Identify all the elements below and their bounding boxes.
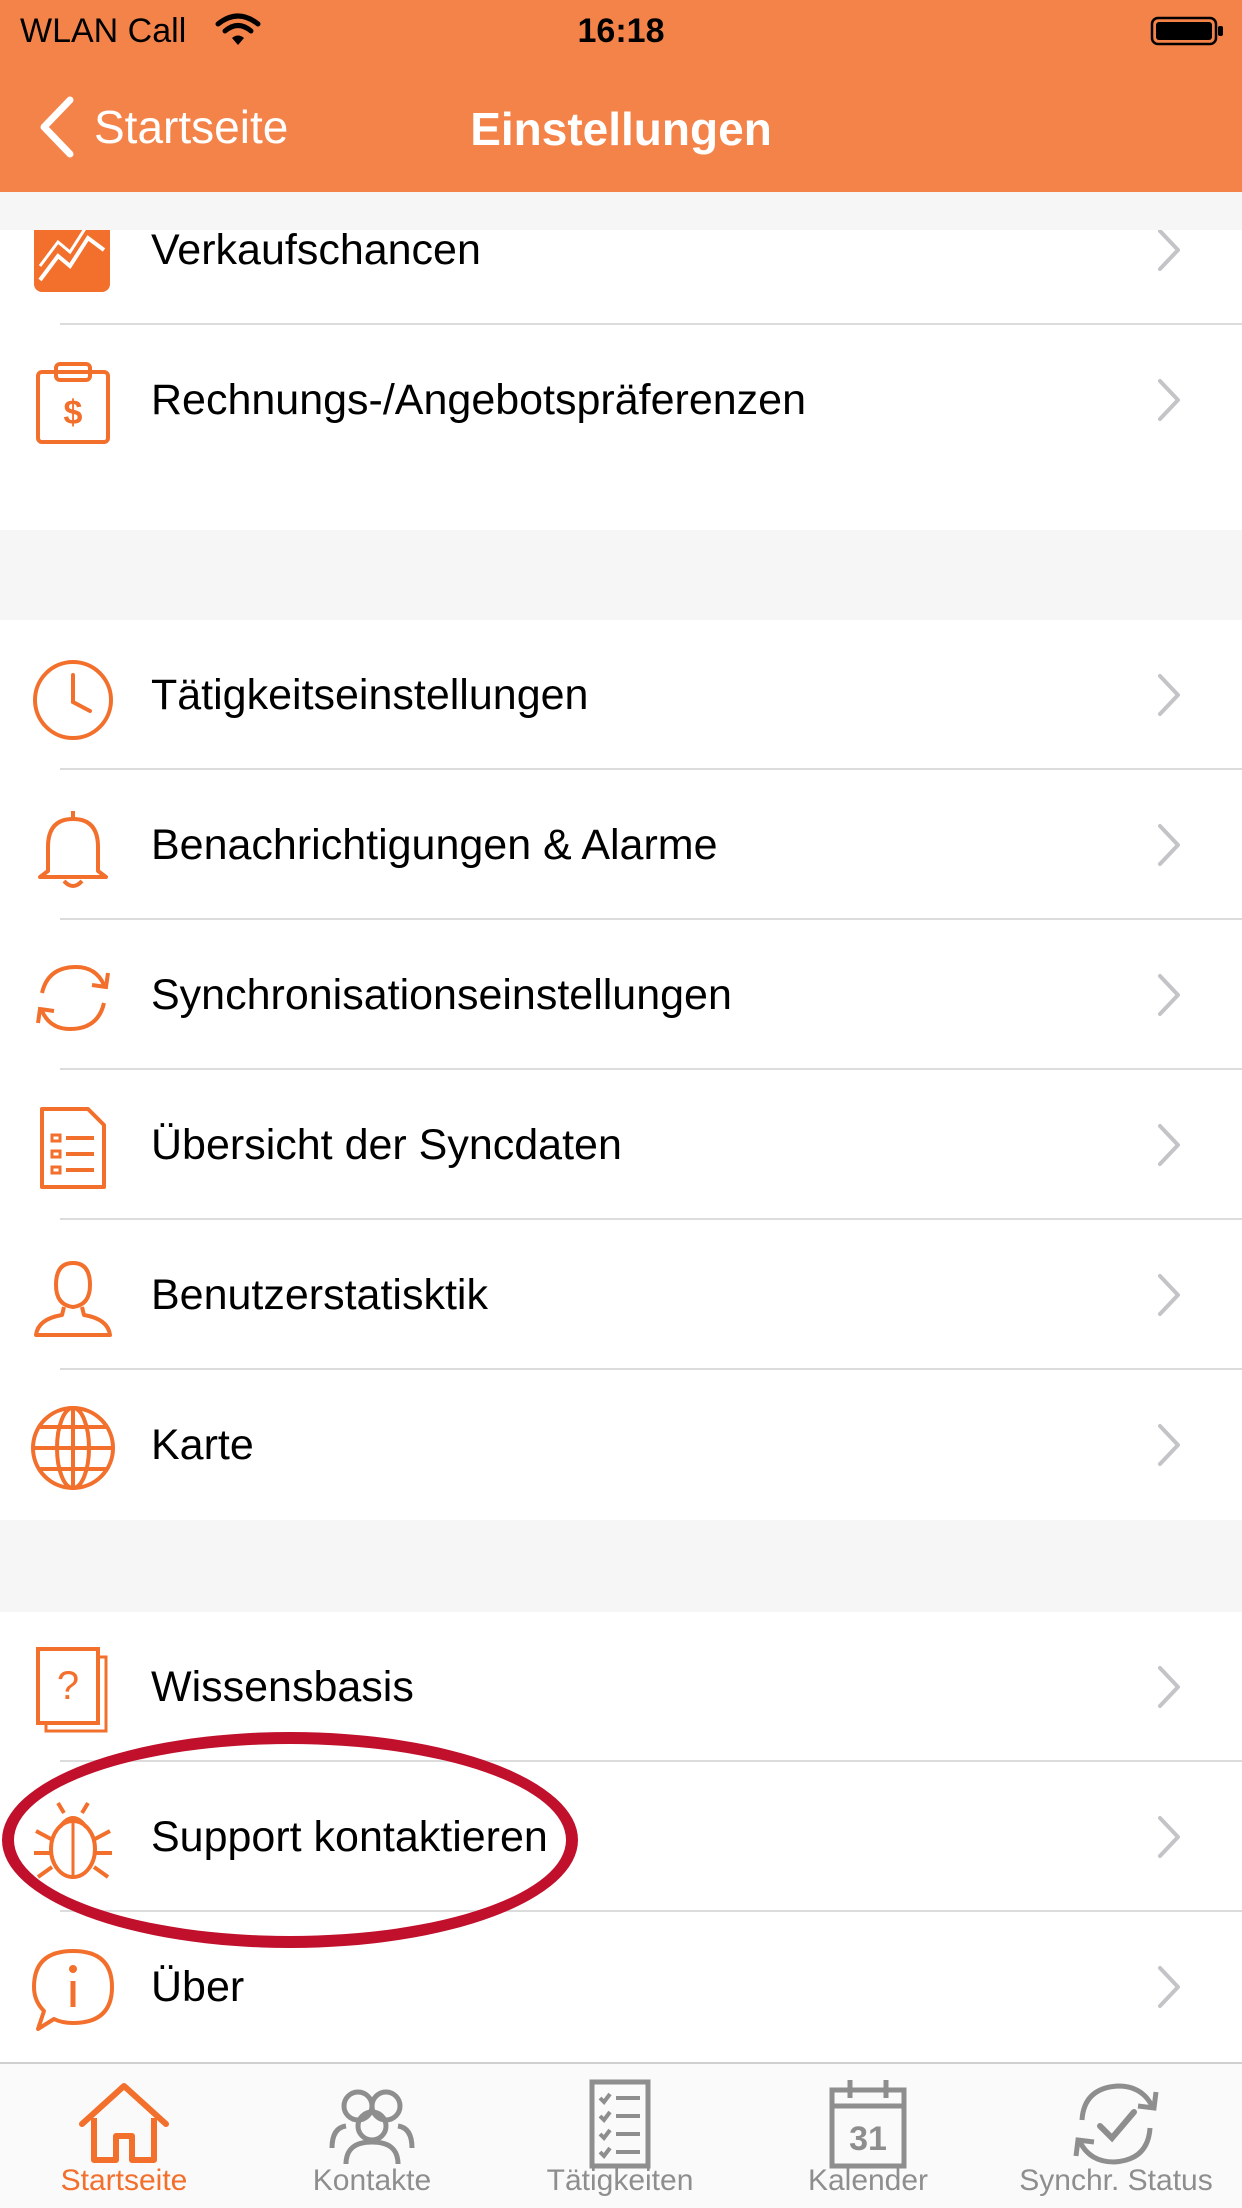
tab-label: Tätigkeiten	[546, 2164, 694, 2197]
chevron-right-icon	[1158, 1124, 1180, 1166]
settings-row-label: Support kontaktieren	[151, 1812, 548, 1861]
settings-row-synchronisationseinstellungen[interactable]: Synchronisationseinstellungen	[0, 920, 1242, 1070]
clipboard-dollar-icon: $	[30, 360, 116, 446]
chevron-right-icon	[1158, 379, 1180, 421]
chevron-right-icon	[1158, 974, 1180, 1016]
settings-group-sales: Verkaufschancen $ Rechnungs-/Angebotsprä…	[0, 230, 1242, 530]
tab-startseite[interactable]: Startseite	[0, 2064, 248, 2208]
settings-row-label: Synchronisationseinstellungen	[151, 970, 732, 1019]
chart-icon	[30, 230, 116, 296]
settings-row-rechnungs-angebotspraeferenzen[interactable]: $ Rechnungs-/Angebotspräferenzen	[0, 325, 1242, 475]
settings-row-label: Benutzerstatisktik	[151, 1270, 488, 1319]
chevron-right-icon	[1158, 1666, 1180, 1708]
settings-row-label: Benachrichtigungen & Alarme	[151, 820, 718, 869]
calendar-day-number: 31	[849, 2120, 887, 2158]
clock-icon	[30, 655, 116, 741]
chevron-right-icon	[1158, 230, 1180, 271]
globe-icon	[30, 1405, 116, 1491]
settings-row-ueber[interactable]: Über	[0, 1912, 1242, 2062]
sync-status-icon	[1073, 2083, 1159, 2165]
document-list-icon	[30, 1105, 116, 1191]
tab-synchr-status[interactable]: Synchr. Status	[992, 2064, 1240, 2208]
user-icon	[30, 1255, 116, 1341]
settings-row-label: Wissensbasis	[151, 1662, 414, 1711]
bug-icon	[30, 1797, 116, 1883]
settings-row-label: Verkaufschancen	[151, 230, 481, 274]
calendar-icon: 31	[829, 2080, 907, 2169]
tab-taetigkeiten[interactable]: Tätigkeiten	[496, 2064, 744, 2208]
bell-icon	[30, 805, 116, 891]
settings-row-benachrichtigungen[interactable]: Benachrichtigungen & Alarme	[0, 770, 1242, 920]
clock-time: 16:18	[577, 12, 665, 50]
settings-row-support-kontaktieren[interactable]: Support kontaktieren	[0, 1762, 1242, 1912]
settings-row-verkaufschancen[interactable]: Verkaufschancen	[0, 230, 1242, 325]
settings-row-taetigkeitseinstellungen[interactable]: Tätigkeitseinstellungen	[0, 620, 1242, 770]
settings-row-label: Übersicht der Syncdaten	[151, 1120, 622, 1169]
settings-row-wissensbasis[interactable]: ? Wissensbasis	[0, 1612, 1242, 1762]
navigation-bar: Startseite Einstellungen	[0, 62, 1242, 192]
chevron-right-icon	[1158, 1966, 1180, 2008]
chevron-right-icon	[1158, 824, 1180, 866]
chevron-right-icon	[1158, 1816, 1180, 1858]
settings-row-karte[interactable]: Karte	[0, 1370, 1242, 1520]
tab-label: Kontakte	[312, 2164, 432, 2197]
tab-label: Synchr. Status	[1019, 2164, 1213, 2197]
checklist-icon	[589, 2079, 651, 2169]
status-bar: WLAN Call 16:18	[0, 0, 1242, 62]
settings-row-label: Über	[151, 1962, 245, 2011]
tab-kalender[interactable]: 31 Kalender	[744, 2064, 992, 2208]
tab-label: Kalender	[807, 2164, 929, 2197]
settings-row-label: Karte	[151, 1420, 254, 1469]
settings-row-uebersicht-syncdaten[interactable]: Übersicht der Syncdaten	[0, 1070, 1242, 1220]
tab-kontakte[interactable]: Kontakte	[248, 2064, 496, 2208]
chevron-right-icon	[1158, 674, 1180, 716]
sync-icon	[30, 955, 116, 1041]
contacts-icon	[329, 2089, 415, 2165]
tab-bar: Startseite Kontakte Tätigkeiten 31 Kalen…	[0, 2062, 1242, 2208]
chevron-right-icon	[1158, 1424, 1180, 1466]
settings-row-benutzerstatistik[interactable]: Benutzerstatisktik	[0, 1220, 1242, 1370]
question-document-icon: ?	[30, 1647, 116, 1733]
page-title: Einstellungen	[470, 103, 772, 155]
info-bubble-icon	[30, 1947, 116, 2033]
settings-row-label: Tätigkeitseinstellungen	[151, 670, 589, 719]
settings-group-general: Tätigkeitseinstellungen Benachrichtigung…	[0, 620, 1242, 1520]
tab-label: Startseite	[60, 2164, 188, 2197]
svg-text:$: $	[64, 394, 83, 432]
chevron-right-icon	[1158, 1274, 1180, 1316]
settings-group-help: ? Wissensbasis Support kontaktieren Über	[0, 1612, 1242, 2062]
battery-icon	[1150, 16, 1223, 46]
settings-row-label: Rechnungs-/Angebotspräferenzen	[151, 375, 806, 424]
home-icon	[79, 2083, 169, 2163]
svg-text:?: ?	[57, 1664, 79, 1708]
